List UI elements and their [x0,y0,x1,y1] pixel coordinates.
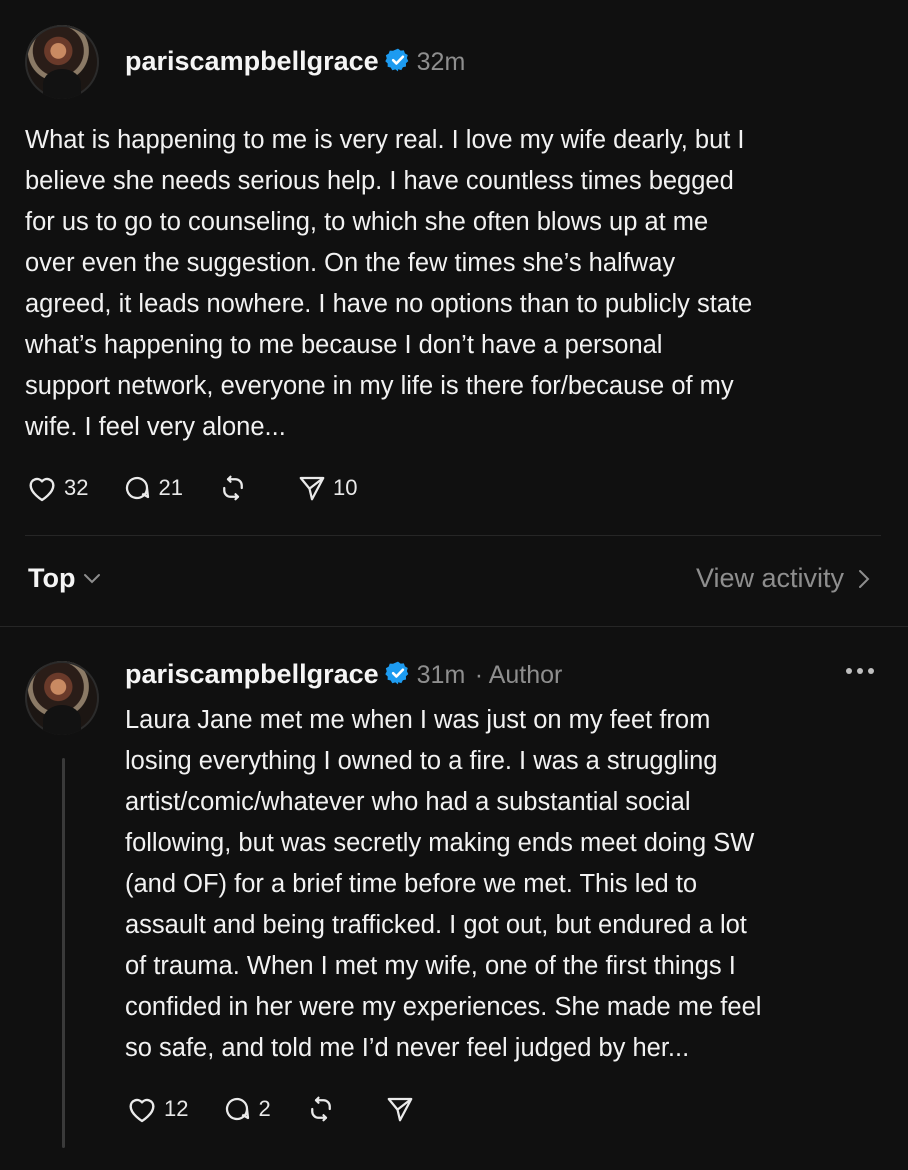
post-line: for us to go to counseling, to which she… [25,208,709,236]
sort-dropdown[interactable]: Top [28,563,101,594]
reply-line: following, but was secretly making ends … [125,829,755,857]
sort-label: Top [28,563,76,593]
reply-like-button[interactable]: 12 [126,1094,188,1124]
reply-time: 31m [416,661,466,689]
thread-line [62,758,65,1148]
chevron-right-icon [859,569,870,588]
reply-username[interactable]: pariscampbellgrace [125,659,379,689]
author-badge: · Author [474,661,563,689]
heart-icon [129,1098,155,1123]
post-line: agreed, it leads nowhere. I have no opti… [25,290,753,318]
reply-line: (and OF) for a brief time before we met.… [125,870,698,898]
dot [868,668,874,674]
share-count: 10 [332,475,358,500]
post-line: support network, everyone in my life is … [25,372,734,400]
post-line: what’s happening to me because I don’t h… [25,331,663,359]
dot [846,668,852,674]
post-line: believe she needs serious help. I have c… [25,167,734,195]
reply-line: confided in her were my experiences. She… [125,993,762,1021]
reply-line: artist/comic/whatever who had a substant… [125,788,691,816]
view-activity-link[interactable]: View activity [696,563,870,594]
dot [857,668,863,674]
post-time: 32m [416,48,466,76]
reply-actions: 12 2 [126,1094,449,1124]
like-button[interactable]: 32 [26,473,88,503]
reply-header: pariscampbellgrace 31m · Author [125,659,562,690]
view-activity-label: View activity [695,563,844,593]
divider [0,626,908,627]
like-count: 32 [64,475,89,500]
share-button[interactable]: 10 [297,473,357,503]
reply-line: so safe, and told me I’d never feel judg… [125,1034,690,1062]
verified-badge-icon [384,661,408,685]
send-icon [387,1097,413,1122]
repost-icon [310,1096,331,1122]
reply-reply-button[interactable]: 2 [222,1094,271,1124]
reply-button[interactable]: 21 [122,473,183,503]
username[interactable]: pariscampbellgrace [125,46,379,76]
reply-line: Laura Jane met me when I was just on my … [125,706,711,734]
repost-icon [223,475,243,501]
comment-icon [226,1097,250,1121]
more-options-button[interactable] [846,668,874,674]
post-actions: 32 21 10 [26,473,391,503]
reply-line: losing everything I owned to a fire. I w… [125,747,718,775]
reply-reply-count: 2 [258,1096,271,1121]
repost-button[interactable] [217,473,249,503]
reply-line: assault and being trafficked. I got out,… [125,911,747,939]
heart-icon [29,477,55,502]
chevron-down-icon [84,573,101,583]
reply-avatar[interactable] [25,661,99,735]
reply-share-button[interactable] [385,1094,415,1124]
post-line: wife. I feel very alone... [25,413,286,441]
post-line: What is happening to me is very real. I … [25,126,745,154]
reply-like-count: 12 [164,1096,189,1121]
post-line: over even the suggestion. On the few tim… [25,249,676,277]
post-header: pariscampbellgrace 32m [125,46,465,77]
send-icon [299,476,325,501]
post-body: What is happening to me is very real. I … [25,120,895,448]
reply-line: of trauma. When I met my wife, one of th… [125,952,736,980]
reply-repost-button[interactable] [305,1094,337,1124]
reply-body: Laura Jane met me when I was just on my … [125,700,895,1069]
divider [25,535,881,536]
verified-badge-icon [384,48,408,72]
comment-icon [126,476,150,500]
reply-count: 21 [158,475,183,500]
avatar[interactable] [25,25,99,99]
